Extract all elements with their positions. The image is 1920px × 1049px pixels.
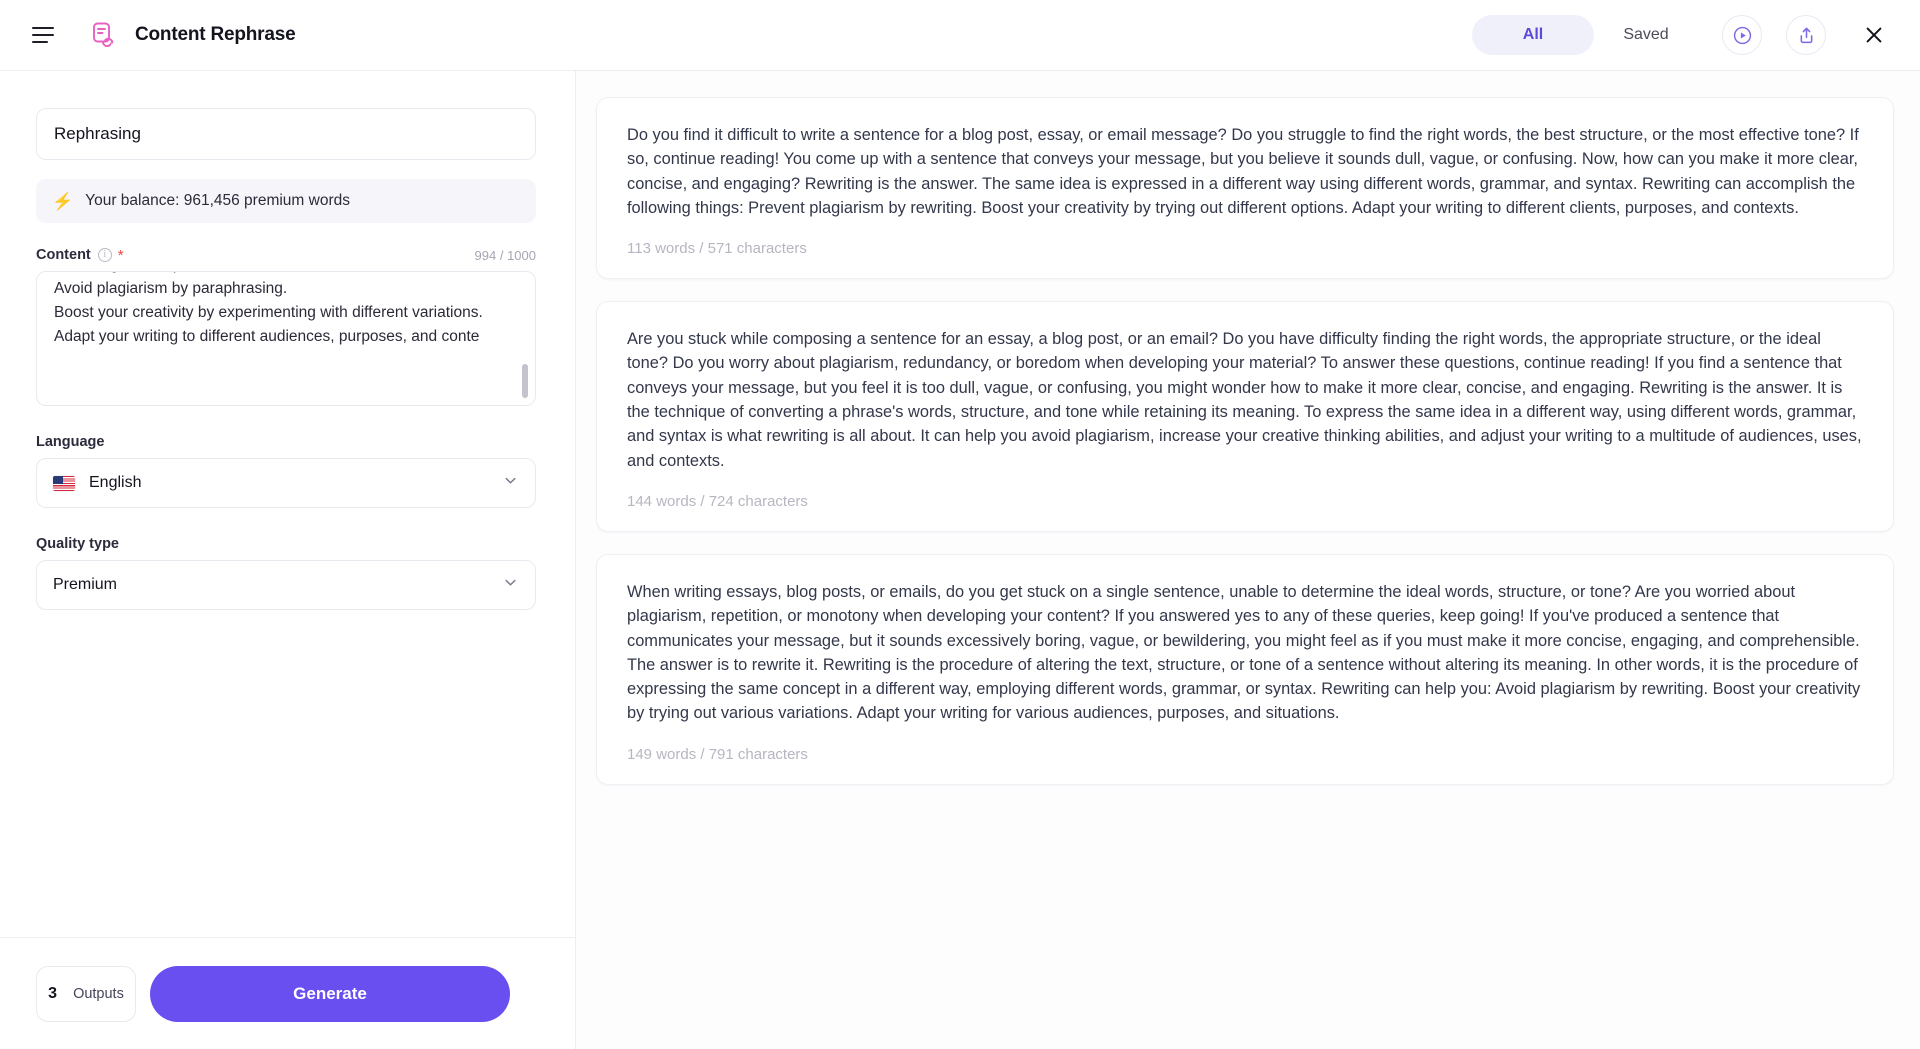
share-upload-icon[interactable]: [1786, 15, 1826, 55]
close-icon[interactable]: [1854, 15, 1894, 55]
quality-type-label: Quality type: [36, 536, 119, 552]
outputs-stepper[interactable]: 3 Outputs: [36, 965, 136, 1022]
content-rephrase-logo-icon: [87, 19, 119, 51]
sidebar-footer: 3 Outputs Generate: [0, 937, 576, 1049]
content-label: Content: [36, 247, 91, 263]
title-input[interactable]: [36, 108, 536, 160]
balance-text: Your balance: 961,456 premium words: [85, 192, 350, 209]
content-textarea[interactable]: Rewriting can help to: Avoid plagiarism …: [36, 271, 536, 406]
hamburger-line: [32, 27, 54, 29]
outputs-label: Outputs: [73, 985, 124, 1002]
play-circle-icon[interactable]: [1722, 15, 1762, 55]
tab-saved[interactable]: Saved: [1594, 15, 1698, 55]
result-card[interactable]: Are you stuck while composing a sentence…: [596, 301, 1894, 532]
info-icon[interactable]: i: [97, 248, 112, 262]
hamburger-line: [32, 41, 48, 43]
content-label-row: Content i * 994 / 1000: [36, 247, 536, 263]
result-word-count: 149 words / 791 characters: [627, 745, 808, 763]
balance-banner: ⚡ Your balance: 961,456 premium words: [36, 179, 536, 223]
result-word-count: 113 words / 571 characters: [627, 240, 807, 258]
results-panel[interactable]: Do you find it difficult to write a sent…: [576, 71, 1920, 1049]
language-select[interactable]: English: [36, 458, 536, 508]
generate-button[interactable]: Generate: [150, 965, 510, 1022]
textarea-scrollbar-thumb[interactable]: [522, 364, 528, 398]
character-counter: 994 / 1000: [474, 247, 536, 263]
us-flag-icon: [53, 475, 75, 491]
required-marker: *: [117, 246, 124, 264]
language-value: English: [89, 474, 142, 491]
result-card[interactable]: When writing essays, blog posts, or emai…: [596, 553, 1894, 785]
result-text: Are you stuck while composing a sentence…: [627, 330, 1862, 470]
lightning-bolt-icon: ⚡: [52, 191, 74, 211]
quality-type-select[interactable]: Premium: [36, 560, 536, 610]
content-textarea-value: Rewriting can help to: Avoid plagiarism …: [54, 272, 483, 345]
header-actions: All Saved: [1472, 15, 1894, 55]
page-title: Content Rephrase: [135, 24, 296, 45]
outputs-count: 3: [48, 984, 58, 1002]
result-text: When writing essays, blog posts, or emai…: [627, 582, 1861, 723]
settings-sidebar: ⚡ Your balance: 961,456 premium words Co…: [0, 71, 576, 1049]
result-text: Do you find it difficult to write a sent…: [627, 126, 1859, 217]
chevron-down-icon: [502, 472, 519, 494]
hamburger-menu-icon[interactable]: [32, 25, 58, 45]
language-label: Language: [36, 434, 105, 450]
chevron-down-icon: [502, 574, 519, 596]
quality-type-value: Premium: [53, 576, 118, 593]
hamburger-line: [32, 34, 54, 36]
result-card[interactable]: Do you find it difficult to write a sent…: [596, 97, 1894, 280]
app-header: Content Rephrase All Saved: [0, 0, 1920, 71]
result-word-count: 144 words / 724 characters: [627, 492, 808, 510]
tab-all[interactable]: All: [1472, 15, 1594, 55]
